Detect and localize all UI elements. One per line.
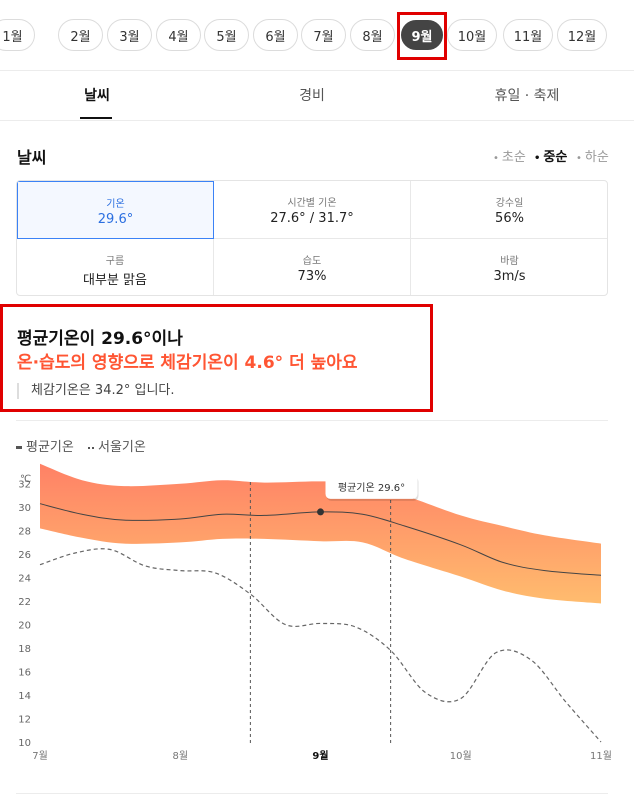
divider: [16, 420, 608, 421]
legend-seoul-label: 서울기온: [97, 440, 146, 455]
cell-hourly-temperature[interactable]: 시간별 기온 27.6° / 31.7°: [214, 181, 411, 239]
y-tick-label: 30: [18, 503, 31, 514]
cell-value: 27.6° / 31.7°: [270, 211, 354, 226]
cell-rain-days[interactable]: 강수일 56%: [411, 181, 607, 239]
cell-value: 3m/s: [493, 269, 526, 284]
bullet-icon: •: [576, 153, 582, 164]
month-pill[interactable]: 1월: [0, 19, 35, 51]
cell-value: 대부분 맑음: [83, 273, 147, 288]
y-tick-label: 12: [18, 715, 31, 726]
highlight-box-summary: [0, 304, 433, 412]
cell-value: 29.6°: [97, 212, 134, 227]
average-point-marker: [317, 508, 324, 516]
tab-holiday-festival[interactable]: 휴일 · 축제: [467, 70, 587, 120]
solid-line-icon: [16, 446, 22, 449]
period-early[interactable]: • 초순: [493, 146, 526, 165]
tab-expense[interactable]: 경비: [262, 70, 362, 120]
divider: [16, 793, 608, 794]
cell-temperature[interactable]: 기온 29.6°: [17, 181, 214, 239]
period-mid[interactable]: • 중순: [534, 146, 567, 165]
month-pill[interactable]: 4월: [156, 19, 201, 51]
month-pill[interactable]: 3월: [107, 19, 152, 51]
month-selector: 1월 2월 3월 4월 5월 6월 7월 8월 9월 10월 11월 12월: [0, 0, 634, 71]
bullet-icon: •: [534, 153, 541, 164]
legend-seoul: 서울기온: [87, 440, 146, 455]
tab-bar: 날씨 경비 휴일 · 축제: [0, 70, 634, 121]
y-tick-label: 18: [18, 644, 31, 655]
dashed-line-icon: [91, 446, 94, 449]
cell-wind[interactable]: 바람 3m/s: [411, 239, 607, 295]
y-tick-label: 32: [18, 480, 31, 491]
x-tick-label: 11월: [590, 750, 612, 762]
month-pill[interactable]: 10월: [447, 19, 497, 51]
cell-humidity[interactable]: 습도 73%: [214, 239, 411, 295]
y-tick-label: 26: [18, 550, 31, 561]
cell-label: 시간별 기온: [287, 198, 337, 209]
month-pill[interactable]: 7월: [301, 19, 346, 51]
tab-active-indicator: [80, 117, 112, 119]
month-pill[interactable]: 12월: [557, 19, 607, 51]
y-tick-label: 22: [18, 597, 31, 608]
x-tick-label: 7월: [32, 750, 48, 762]
y-tick-label: 14: [18, 691, 31, 702]
temperature-chart: ℃101214161820222426283032 평균기온 29.6°7월 8월 9…: [18, 463, 612, 762]
month-pill[interactable]: 2월: [58, 19, 103, 51]
x-tick-label: 9월: [312, 750, 328, 762]
cell-label: 구름: [105, 256, 125, 267]
cell-label: 기온: [106, 199, 125, 210]
cell-value: 73%: [297, 269, 327, 284]
bullet-icon: •: [493, 153, 499, 164]
period-late[interactable]: • 하순: [576, 146, 609, 165]
weather-info-grid: 기온 29.6° 시간별 기온 27.6° / 31.7° 강수일 56% 구름…: [16, 180, 608, 296]
cell-label: 습도: [302, 256, 322, 267]
chart-legend: 평균기온 서울기온: [16, 436, 156, 455]
tab-weather[interactable]: 날씨: [47, 70, 147, 120]
tooltip-label: 평균기온 29.6°: [338, 482, 405, 494]
x-tick-label: 8월: [172, 750, 188, 762]
x-tick-label: 10월: [450, 750, 472, 762]
month-pill[interactable]: 6월: [253, 19, 298, 51]
highlight-box-month: [397, 12, 447, 60]
legend-average: 평균기온: [16, 440, 74, 455]
temperature-range-band: [40, 463, 601, 604]
legend-average-label: 평균기온: [26, 440, 74, 455]
cell-label: 강수일: [495, 198, 524, 209]
month-pill[interactable]: 11월: [503, 19, 553, 51]
period-label: 중순: [543, 150, 568, 165]
y-tick-label: 10: [18, 738, 31, 749]
y-tick-label: 20: [18, 621, 31, 632]
month-pill[interactable]: 5월: [204, 19, 249, 51]
dashed-line-icon: [87, 446, 90, 449]
period-label: 하순: [584, 150, 609, 165]
period-label: 초순: [501, 150, 526, 165]
y-tick-label: 24: [18, 574, 31, 585]
cell-label: 바람: [500, 256, 519, 267]
month-pill[interactable]: 8월: [350, 19, 395, 51]
cell-value: 56%: [495, 211, 524, 226]
section-title: 날씨: [17, 148, 47, 167]
y-tick-label: 16: [18, 668, 31, 679]
cell-cloud[interactable]: 구름 대부분 맑음: [17, 239, 214, 295]
y-tick-label: 28: [18, 527, 31, 538]
